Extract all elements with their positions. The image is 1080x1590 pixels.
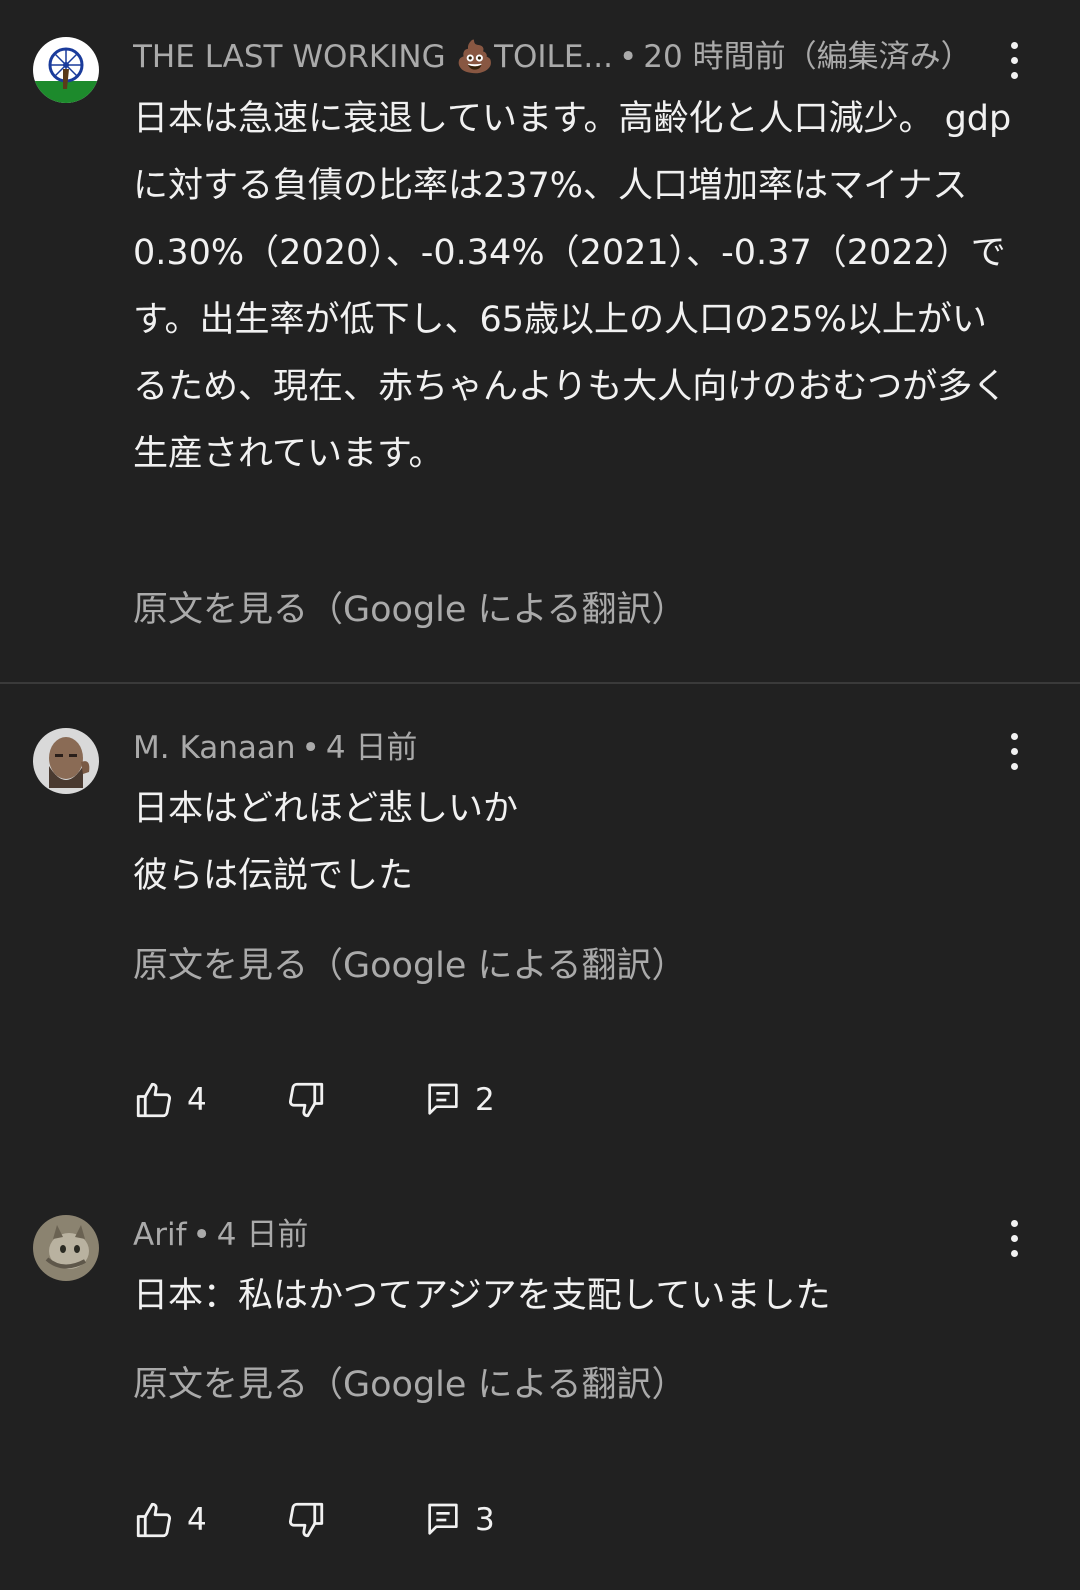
see-original-link[interactable]: 原文を見る（Google による翻訳） xyxy=(133,1362,687,1408)
cat-avatar-icon xyxy=(33,1215,99,1281)
reply-button[interactable]: 3 xyxy=(423,1494,495,1546)
more-options-icon[interactable] xyxy=(988,34,1040,86)
author-name[interactable]: Arif xyxy=(133,1217,186,1253)
like-count: 4 xyxy=(187,1082,207,1118)
more-options-icon[interactable] xyxy=(988,1212,1040,1264)
more-options-icon[interactable] xyxy=(988,725,1040,777)
comment-meta: M. Kanaan • 4 日前 xyxy=(133,728,960,768)
reply-count: 3 xyxy=(475,1502,495,1538)
comment-reply-icon xyxy=(428,1503,458,1535)
meta-separator: • xyxy=(192,1217,211,1253)
see-original-link[interactable]: 原文を見る（Google による翻訳） xyxy=(133,587,687,633)
comment-actions: 4 3 xyxy=(133,1494,633,1546)
comment-text: 日本は急速に衰退しています。高齢化と人口減少。 gdpに対する負債の比率は237… xyxy=(133,99,1012,474)
avatar[interactable] xyxy=(33,1215,99,1281)
comment-meta: THE LAST WORKING 💩TOILE... • 20 時間前（編集済み） xyxy=(133,37,960,77)
comment-actions: 4 2 xyxy=(133,1074,633,1126)
divider xyxy=(0,682,1080,684)
author-name[interactable]: M. Kanaan xyxy=(133,730,296,766)
meta-separator: • xyxy=(301,730,320,766)
like-button[interactable]: 4 xyxy=(133,1074,207,1126)
avatar[interactable] xyxy=(33,728,99,794)
india-flag-avatar-icon xyxy=(33,37,99,103)
comment-reply-icon xyxy=(428,1083,458,1115)
comment-meta: Arif • 4 日前 xyxy=(133,1215,960,1255)
comment-time: 4 日前 xyxy=(216,1217,309,1253)
dislike-button[interactable] xyxy=(285,1494,327,1546)
avatar[interactable] xyxy=(33,37,99,103)
thumbs-up-icon xyxy=(136,1502,172,1538)
meta-separator: • xyxy=(618,39,638,75)
thumbs-down-icon xyxy=(288,1082,324,1118)
author-name[interactable]: THE LAST WORKING 💩TOILE... xyxy=(133,39,613,75)
comment-time: 20 時間前（編集済み） xyxy=(643,39,960,75)
reply-button[interactable]: 2 xyxy=(423,1074,495,1126)
like-count: 4 xyxy=(187,1502,207,1538)
see-original-link[interactable]: 原文を見る（Google による翻訳） xyxy=(133,943,687,989)
like-button[interactable]: 4 xyxy=(133,1494,207,1546)
dislike-button[interactable] xyxy=(285,1074,327,1126)
comment-time: 4 日前 xyxy=(325,730,418,766)
thumbs-up-icon xyxy=(136,1082,172,1118)
comment-text: 日本：私はかつてアジアを支配していました xyxy=(133,1276,831,1316)
bearded-man-avatar-icon xyxy=(33,728,99,794)
comment-text: 日本はどれほど悲しいか 彼らは伝説でした xyxy=(133,789,519,896)
thumbs-down-icon xyxy=(288,1502,324,1538)
reply-count: 2 xyxy=(475,1082,495,1118)
